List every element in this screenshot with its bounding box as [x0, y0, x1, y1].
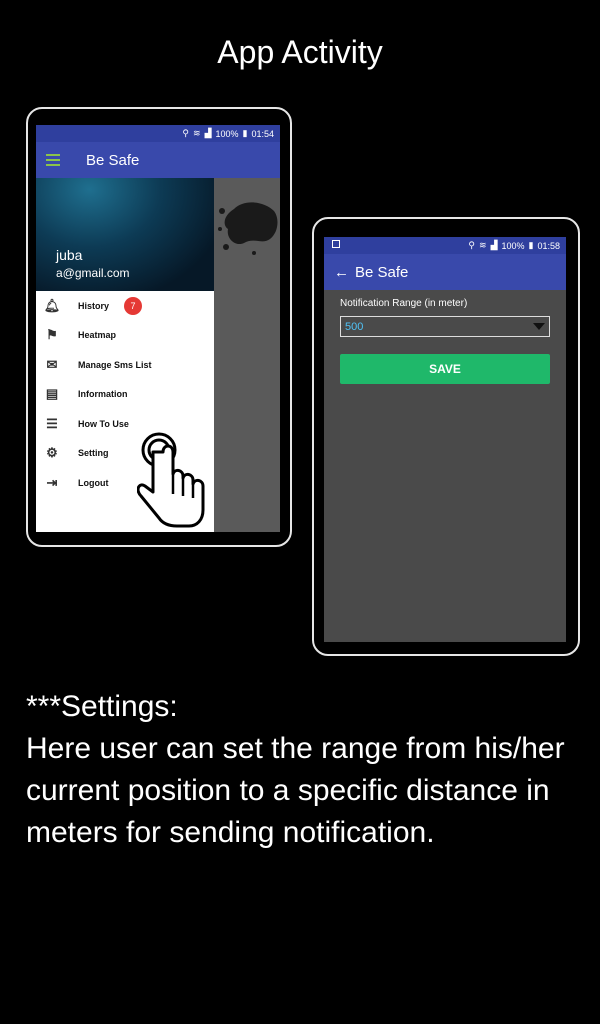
range-select[interactable]: 500 — [340, 316, 550, 337]
sms-icon: ✉ — [46, 356, 58, 372]
status-bar: ⚲ ≋ ▟ 100% ▮ 01:54 — [36, 125, 280, 142]
signal-icon: ▟ — [204, 128, 212, 138]
splatter-graphic — [218, 202, 278, 255]
caption: ***Settings: Here user can set the range… — [26, 686, 586, 854]
logout-icon: ⇥ — [46, 474, 58, 490]
wifi-icon: ≋ — [479, 240, 487, 250]
drawer-item-label: How To Use — [78, 418, 129, 429]
status-bar: ⚲ ≋ ▟ 100% ▮ 01:58 — [324, 237, 566, 254]
status-time: 01:54 — [251, 128, 274, 139]
right-phone-screen: ⚲ ≋ ▟ 100% ▮ 01:58 ← Be Safe Notificatio… — [324, 237, 566, 642]
range-select-value: 500 — [345, 321, 364, 333]
battery-icon: ▮ — [242, 128, 248, 138]
range-label: Notification Range (in meter) — [340, 298, 468, 309]
drawer-item-label: History — [78, 300, 110, 311]
caption-heading: ***Settings: — [26, 690, 178, 723]
right-phone-frame: ⚲ ≋ ▟ 100% ▮ 01:58 ← Be Safe Notificatio… — [312, 217, 580, 656]
drawer-item-heatmap[interactable]: ⚑ Heatmap — [36, 321, 214, 351]
bell-icon: 🔔︎ — [43, 297, 61, 313]
app-bar: Be Safe — [36, 142, 280, 178]
gear-icon: ⚙ — [46, 445, 58, 461]
location-icon: ⚲ — [182, 128, 190, 138]
notification-icon — [332, 240, 340, 248]
battery-label: 100% — [215, 128, 239, 139]
drawer-header: juba a@gmail.com — [36, 178, 214, 291]
status-time: 01:58 — [537, 240, 560, 251]
user-name: juba — [56, 247, 83, 263]
battery-icon: ▮ — [528, 240, 534, 250]
info-book-icon: ▤ — [45, 386, 59, 402]
app-title: Be Safe — [355, 263, 409, 281]
drawer-item-label: Manage Sms List — [78, 359, 152, 370]
history-count-badge: 7 — [124, 297, 142, 315]
location-icon: ⚲ — [468, 240, 476, 250]
drawer-item-information[interactable]: ▤ Information — [36, 380, 214, 410]
hamburger-icon[interactable] — [46, 154, 60, 166]
caption-body: Here user can set the range from his/her… — [26, 732, 565, 849]
drawer-item-label: Setting — [78, 448, 109, 459]
user-email: a@gmail.com — [56, 266, 130, 280]
battery-label: 100% — [501, 240, 525, 251]
guide-icon: ☰ — [46, 415, 58, 431]
page-title: App Activity — [217, 34, 383, 70]
dropdown-arrow-icon — [533, 323, 545, 330]
signal-icon: ▟ — [490, 240, 498, 250]
drawer-item-manage-sms-list[interactable]: ✉ Manage Sms List — [36, 350, 214, 380]
app-bar: ← Be Safe — [324, 254, 566, 290]
drawer-item-history[interactable]: 🔔︎ History 7 — [36, 291, 214, 321]
app-title: Be Safe — [86, 151, 140, 169]
flag-icon: ⚑ — [46, 327, 58, 343]
back-arrow-icon[interactable]: ← — [334, 264, 349, 281]
drawer-item-label: Information — [78, 389, 128, 400]
wifi-icon: ≋ — [193, 128, 201, 138]
drawer-item-label: Heatmap — [78, 330, 117, 341]
settings-panel: Notification Range (in meter) 500 SAVE — [324, 290, 566, 642]
drawer-item-label: Logout — [78, 477, 109, 488]
left-phone-screen: ⚲ ≋ ▟ 100% ▮ 01:54 Be Safe juba a@gmail.… — [36, 125, 280, 532]
pointing-hand-icon — [137, 432, 205, 528]
left-phone-frame: ⚲ ≋ ▟ 100% ▮ 01:54 Be Safe juba a@gmail.… — [26, 107, 292, 547]
save-button[interactable]: SAVE — [340, 354, 550, 384]
